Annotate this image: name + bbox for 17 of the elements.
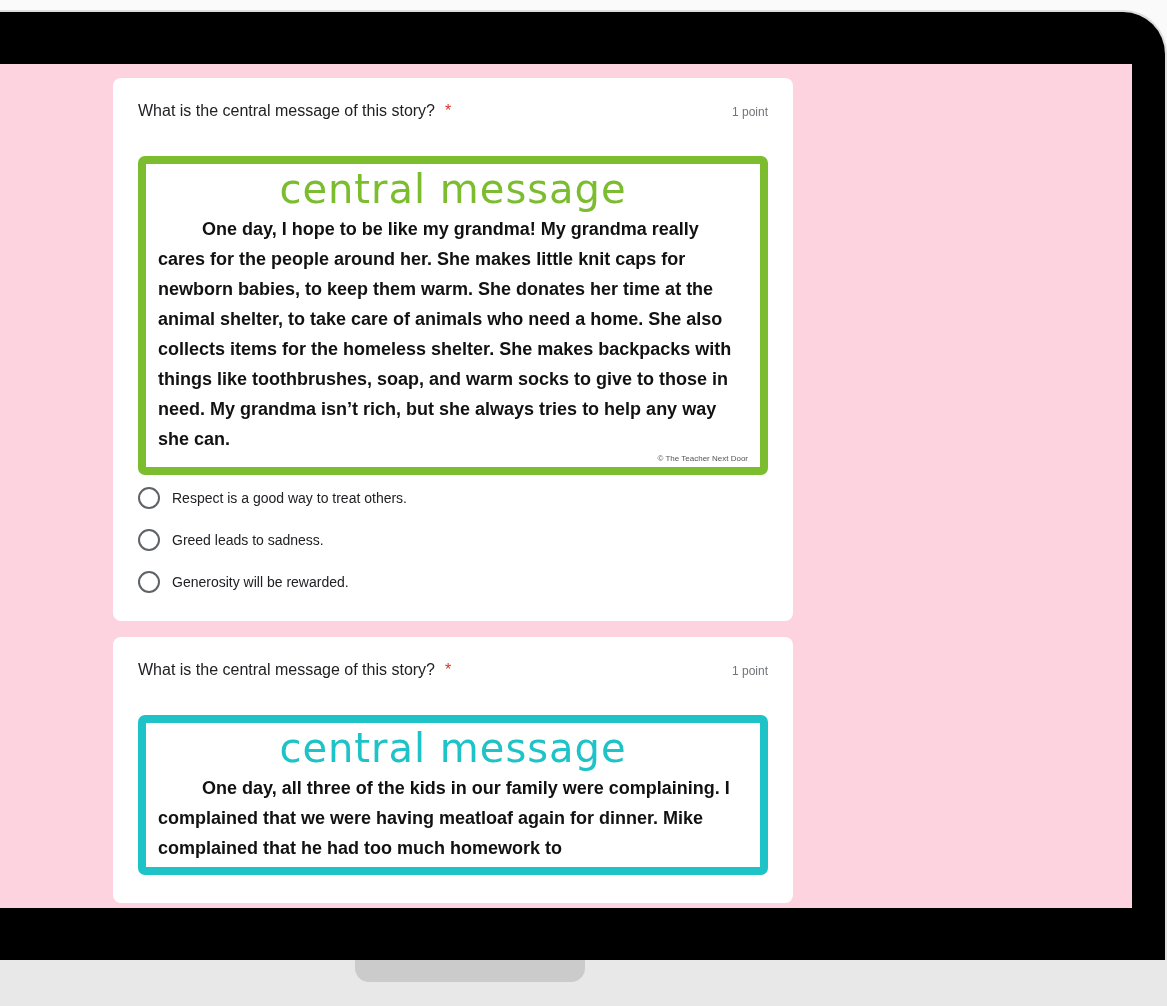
option-label[interactable]: Respect is a good way to treat others. (172, 490, 407, 506)
required-mark: * (445, 661, 452, 679)
radio-button[interactable] (138, 571, 160, 593)
option-label[interactable]: Generosity will be rewarded. (172, 574, 349, 590)
radio-button[interactable] (138, 487, 160, 509)
story-heading: central message (278, 725, 628, 771)
credit-text: © The Teacher Next Door (656, 454, 748, 463)
points-label: 1 point (731, 105, 768, 119)
required-mark: * (445, 102, 452, 120)
option-label[interactable]: Greed leads to sadness. (172, 532, 324, 548)
story-text: One day, I hope to be like my grandma! My grandma really cares for the people around her. She makes little knit caps for newborn babies, to keep them warm. She donates her time at the animal shelter, to take care of animals who need a home. She also collects items for the homeless shelter. She makes backpacks with things like toothbrushes, soap, and warm socks to give to those in need. My grandma isn’t rich, but she always tries to help any way she can. (158, 218, 733, 451)
radio-button[interactable] (138, 529, 160, 551)
story-heading: central message (278, 166, 628, 212)
points-label: 1 point (731, 664, 768, 678)
story-text: One day, all three of the kids in our family were complaining. I complained that we were having meatloaf again for dinner. Mike complained that he had too much homework to (158, 777, 731, 860)
question-title: What is the central message of this story? (138, 102, 435, 120)
question-title: What is the central message of this story? (138, 661, 435, 679)
